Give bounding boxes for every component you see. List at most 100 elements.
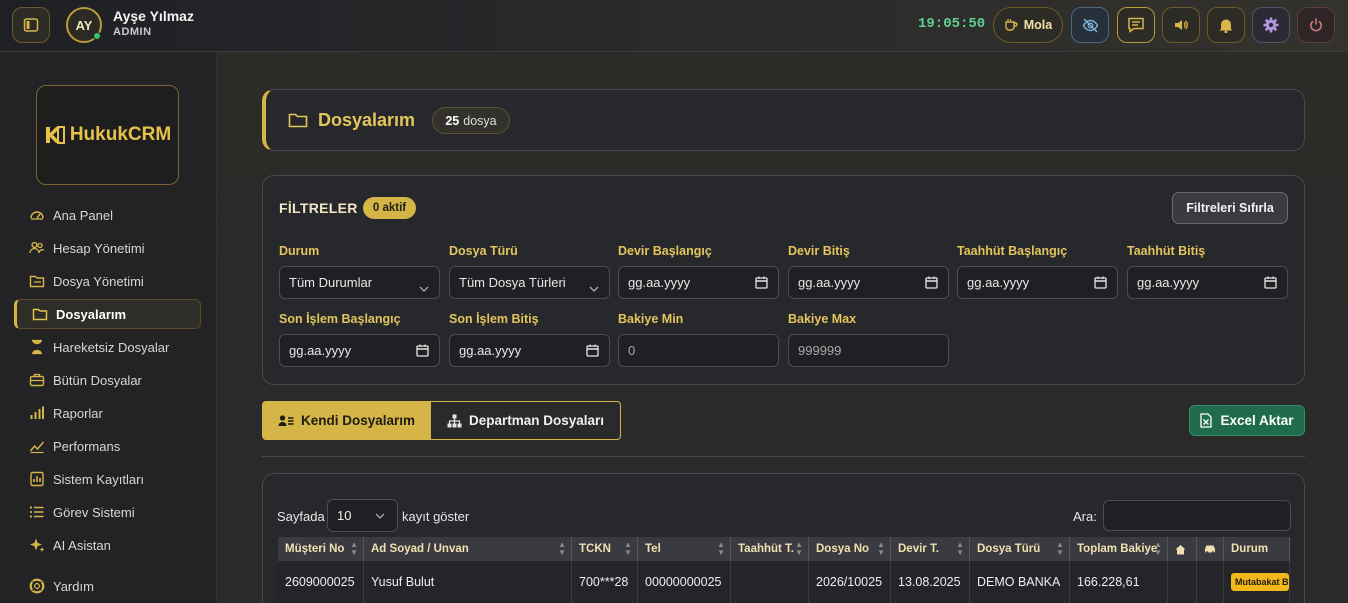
reset-filters-button[interactable]: Filtreleri Sıfırla [1172,192,1288,224]
column-header[interactable]: Taahhüt T. ▲ ▼ [731,537,809,561]
tab-department-files[interactable]: Departman Dosyaları [430,401,621,440]
date-input[interactable]: gg.aa.yyyy [279,334,440,367]
date-input[interactable]: gg.aa.yyyy [618,266,779,299]
column-header-label: Taahhüt T. [738,543,795,555]
clock: 19:05:50 [918,16,986,32]
tab-own-files[interactable]: Kendi Dosyalarım [262,401,431,440]
sidebar-item-görev-sistemi[interactable]: Görev Sistemi [14,497,201,527]
filter-label: Taahhüt Başlangıç [957,244,1068,258]
filter-value: Tüm Dosya Türleri [459,275,566,290]
sidebar-toggle-button[interactable] [12,7,50,43]
column-header-label: Ad Soyad / Unvan [371,543,469,555]
folder-icon [288,113,308,128]
privacy-toggle-button[interactable] [1071,7,1109,43]
number-input[interactable]: 999999 [788,334,949,367]
break-label: Mola [1023,18,1053,32]
date-input[interactable]: gg.aa.yyyy [957,266,1118,299]
column-header[interactable]: Durum [1224,537,1290,561]
chat-icon [1128,17,1144,33]
column-header[interactable]: Devir T. ▲ ▼ [891,537,970,561]
number-input[interactable]: 0 [618,334,779,367]
cell-value: Yusuf Bulut [371,575,435,589]
date-input[interactable]: gg.aa.yyyy [1127,266,1288,299]
folder-icon [32,306,48,322]
column-header[interactable]: Dosya Türü ▲ ▼ [970,537,1070,561]
cell-value: DEMO BANKA [977,575,1061,589]
sound-button[interactable] [1162,7,1200,43]
column-header[interactable]: TCKN ▲ ▼ [572,537,638,561]
sidebar-item-hareketsiz-dosyalar[interactable]: Hareketsiz Dosyalar [14,332,201,362]
status-badge: Mutabakat B [1231,573,1289,591]
break-button[interactable]: Mola [993,7,1063,43]
search-input[interactable] [1103,500,1291,531]
table-cell [731,561,809,603]
calendar-icon[interactable] [586,344,599,360]
sort-icon: ▲ ▼ [717,540,725,557]
notifications-button[interactable] [1207,7,1245,43]
column-header[interactable]: Toplam Bakiye ▲ ▼ [1070,537,1168,561]
sort-icon: ▲ ▼ [350,540,358,557]
sidebar-item-ai-asistan[interactable]: AI Asistan [14,530,201,560]
calendar-icon[interactable] [1094,276,1107,292]
sidebar-item-label: Hareketsiz Dosyalar [53,339,170,355]
coffee-icon [1005,19,1018,31]
calendar-icon[interactable] [1264,276,1277,292]
page-header-card: Dosyalarım 25 dosya [262,89,1305,151]
settings-button[interactable] [1252,7,1290,43]
tab-department-files-label: Departman Dosyaları [468,413,605,428]
volume-icon [1175,20,1188,30]
table-row[interactable]: 2609000025 Yusuf Bulut 700***28 00000000025… [278,561,1290,603]
sidebar-item-performans[interactable]: Performans [14,431,201,461]
excel-export-label: Excel Aktar [1220,413,1294,428]
column-header[interactable]: Müşteri No ▲ ▼ [278,537,364,561]
house-icon [1175,544,1186,554]
column-header[interactable] [1168,537,1197,561]
column-header[interactable]: Ad Soyad / Unvan ▲ ▼ [364,537,572,561]
filter-value: 999999 [798,343,842,358]
calendar-icon[interactable] [925,276,938,292]
sidebar-item-sistem-kayıtları[interactable]: Sistem Kayıtları [14,464,201,494]
car-icon [1205,545,1215,554]
table-cell: 13.08.2025 [891,561,970,603]
column-header[interactable] [1197,537,1224,561]
sidebar-item-yardım[interactable]: Yardım [14,571,201,601]
calendar-icon[interactable] [416,344,429,360]
logout-button[interactable] [1297,7,1335,43]
sidebar-item-raporlar[interactable]: Raporlar [14,398,201,428]
sidebar-item-label: Bütün Dosyalar [53,372,142,388]
filter-label: Dosya Türü [449,244,518,258]
filter-label: Bakiye Max [788,312,857,326]
date-input[interactable]: gg.aa.yyyy [449,334,610,367]
sidebar-item-hesap-yönetimi[interactable]: Hesap Yönetimi [14,233,201,263]
top-bar: AY Ayşe Yılmaz ADMIN 19:05:50 Mola [0,0,1348,52]
column-header[interactable]: Dosya No ▲ ▼ [809,537,891,561]
calendar-icon[interactable] [755,276,768,292]
list-icon [29,504,45,520]
cell-value: 00000000025 [645,575,722,589]
date-input[interactable]: gg.aa.yyyy [788,266,949,299]
filter-value: 0 [628,343,636,358]
filter-select[interactable]: Tüm Durumlar [279,266,440,299]
excel-export-button[interactable]: Excel Aktar [1189,405,1305,436]
sort-icon: ▲ ▼ [624,540,632,557]
sidebar-item-ana-panel[interactable]: Ana Panel [14,200,201,230]
table-cell: Mutabakat B [1224,561,1290,603]
sidebar-item-dosyalarım[interactable]: Dosyalarım [14,299,201,329]
avatar[interactable]: AY [66,7,102,43]
filter-select[interactable]: Tüm Dosya Türleri [449,266,610,299]
column-header[interactable]: Tel ▲ ▼ [638,537,731,561]
sidebar-item-label: Dosyalarım [56,306,127,322]
sidebar-item-dosya-yönetimi[interactable]: Dosya Yönetimi [14,266,201,296]
sort-icon: ▲ ▼ [558,540,566,557]
page-size-select[interactable]: 10 [327,499,398,532]
briefcase-icon [29,372,45,388]
cell-value: 2026/10025 [816,575,883,589]
sort-icon: ▲ ▼ [956,540,964,557]
filter-label: Devir Bitiş [788,244,850,258]
logo[interactable]: HukukCRM [36,85,179,185]
sidebar-item-bütün-dosyalar[interactable]: Bütün Dosyalar [14,365,201,395]
chat-button[interactable] [1117,7,1155,43]
lifebuoy-icon [29,578,45,594]
filter-value: gg.aa.yyyy [798,275,861,290]
file-count-badge: 25 dosya [432,107,510,134]
